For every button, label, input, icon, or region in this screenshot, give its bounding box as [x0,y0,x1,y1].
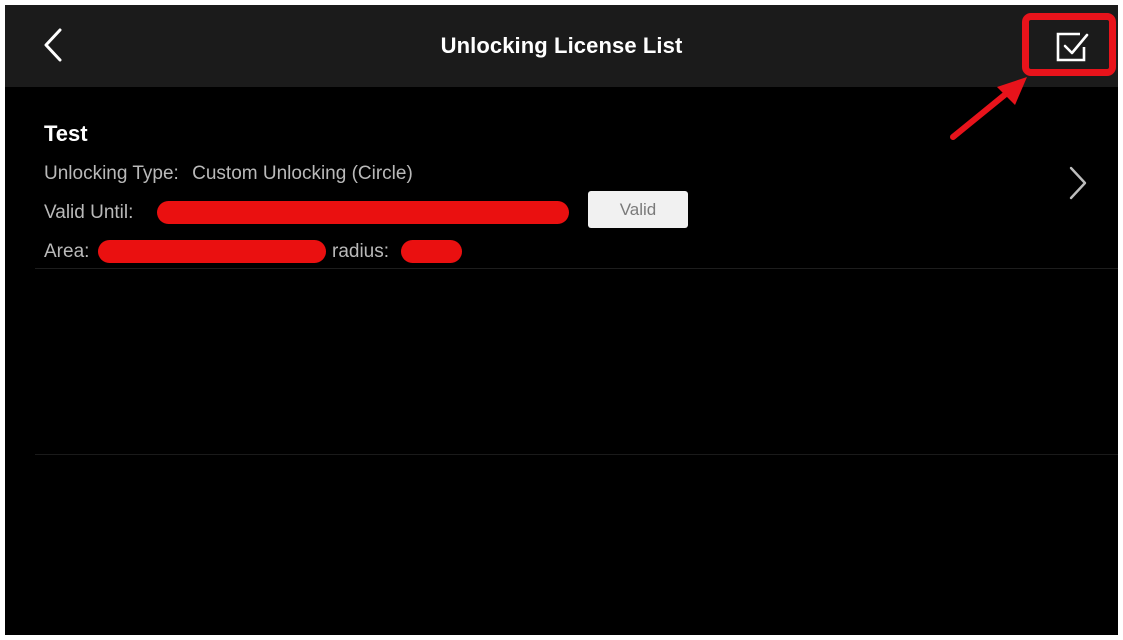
annotation-arrow [950,77,1027,140]
app-screen: Unlocking License List Test Unlocking Ty… [5,5,1118,635]
area-label: Area: [44,241,90,262]
list-divider [35,454,1118,455]
valid-until-row: Valid Until: [44,202,133,224]
radius-row: radius: [332,241,389,263]
status-badge: Valid [588,191,688,228]
chevron-right-icon [1069,166,1087,200]
redaction-mark [157,201,569,224]
unlocking-type-label: Unlocking Type: [44,163,179,184]
area-row: Area: [44,241,89,263]
redaction-mark [98,240,326,263]
redaction-mark [401,240,462,263]
valid-until-label: Valid Until: [44,202,134,223]
license-name: Test [44,121,88,146]
page-title: Unlocking License List [440,33,683,58]
unlocking-type-row: Unlocking Type: Custom Unlocking (Circle… [44,163,413,185]
radius-label: radius: [332,241,390,262]
unlocking-type-value: Custom Unlocking (Circle) [192,163,413,184]
